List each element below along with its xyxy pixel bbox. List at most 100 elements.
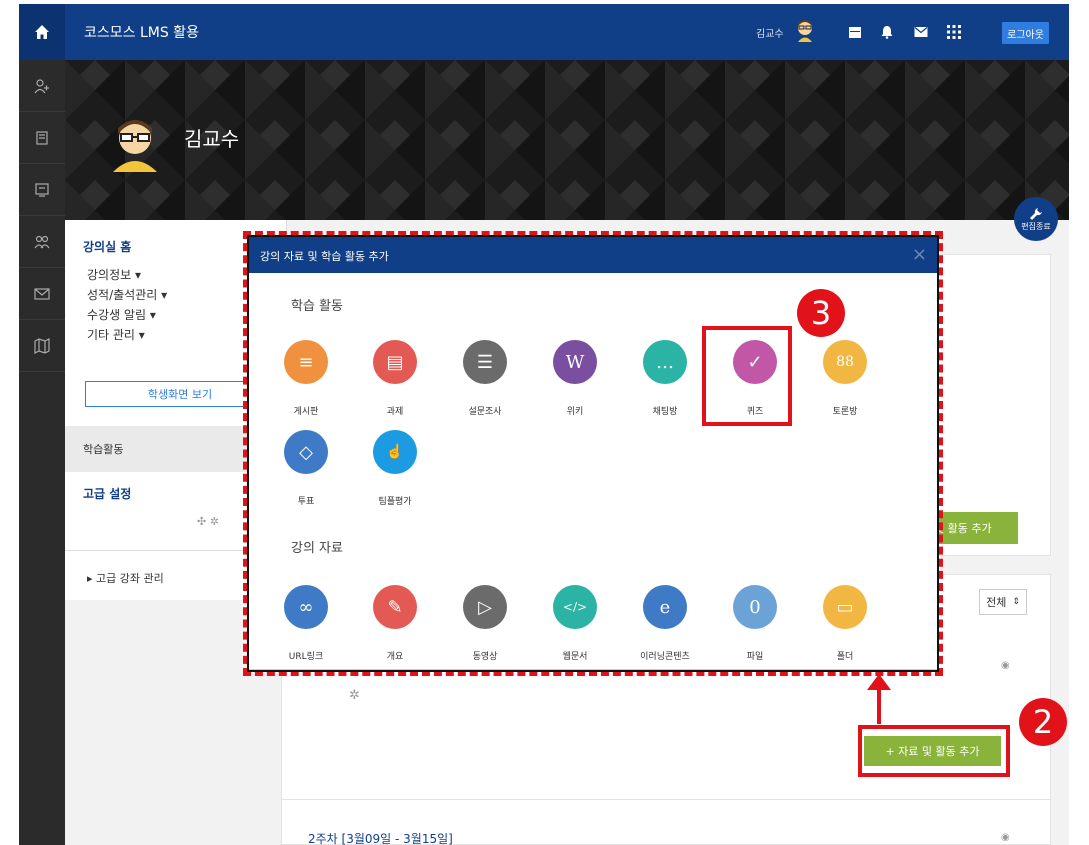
advanced-settings-title: 고급 설정: [83, 487, 132, 501]
app-frame: 코스모스 LMS 활용 김교수 로그아웃 김교수 강의실 홈 강의정보 ▾ 성적…: [19, 4, 1069, 845]
item-label: 팀플평가: [378, 497, 412, 507]
arrow-shaft: [877, 684, 881, 724]
eye-icon[interactable]: ◉: [1001, 832, 1010, 843]
logout-button[interactable]: 로그아웃: [1002, 22, 1049, 44]
activities-title: 학습 활동: [291, 299, 343, 314]
modal-header: 강의 자료 및 학습 활동 추가 ×: [249, 237, 937, 273]
close-icon[interactable]: ×: [912, 244, 927, 265]
item-label: URL링크: [288, 652, 324, 662]
home-icon[interactable]: [19, 4, 65, 60]
resource-url[interactable]: ∞ URL링크: [266, 585, 346, 662]
link-icon: ∞: [284, 585, 328, 629]
wiki-icon: W: [553, 340, 597, 384]
arrow-spacer: [877, 720, 917, 724]
item-label: 위키: [566, 407, 584, 417]
step-badge-3: 3: [797, 289, 845, 337]
resource-folder[interactable]: ▭ 폴더: [805, 585, 885, 662]
week2-title[interactable]: 2주차 [3월09일 - 3월15일]: [308, 830, 453, 845]
activity-wiki[interactable]: W 위키: [535, 340, 615, 417]
book-icon[interactable]: [19, 112, 65, 164]
activity-section-label: 학습활동: [83, 443, 124, 456]
message-icon[interactable]: [19, 268, 65, 320]
item-label: 채팅방: [652, 407, 678, 417]
folder-icon: ▭: [823, 585, 867, 629]
step-badge-2: 2: [1019, 698, 1067, 746]
people-icon[interactable]: [19, 60, 65, 112]
resource-elearning[interactable]: e 이러닝콘텐츠: [625, 585, 705, 662]
site-title[interactable]: 코스모스 LMS 활용: [84, 22, 199, 42]
item-label: 이러닝콘텐츠: [640, 652, 690, 662]
side-rail: [19, 60, 65, 845]
map-icon[interactable]: [19, 320, 65, 372]
resource-summary[interactable]: ✎ 개요: [355, 585, 435, 662]
item-label: 웹문서: [562, 652, 588, 662]
activity-assignment[interactable]: ▤ 과제: [355, 340, 435, 417]
thumbs-up-icon: ☝: [373, 430, 417, 474]
play-icon: ▷: [463, 585, 507, 629]
item-label: 동영상: [472, 652, 498, 662]
user-name[interactable]: 김교수: [756, 25, 784, 40]
eye-icon[interactable]: ◉: [1001, 660, 1010, 671]
pencil-icon: ✎: [373, 585, 417, 629]
avatar[interactable]: [795, 18, 815, 45]
profile-name: 김교수: [184, 127, 240, 151]
filter-select[interactable]: 전체 ⇕: [979, 589, 1027, 615]
resource-video[interactable]: ▷ 동영상: [445, 585, 525, 662]
item-label: 토론방: [832, 407, 858, 417]
arrow-up-icon: [867, 674, 891, 690]
resource-webdoc[interactable]: </> 웹문서: [535, 585, 615, 662]
add-resource-button[interactable]: + 자료 및 활동 추가: [864, 736, 1001, 766]
list-icon: ≡: [284, 340, 328, 384]
edit-toggle-label: 편집종료: [1021, 221, 1051, 231]
menu-course-info[interactable]: 강의정보 ▾: [87, 266, 141, 283]
advanced-course-link[interactable]: ▸ 고급 강좌 관리: [87, 570, 164, 586]
check-circle-icon: ✓: [733, 340, 777, 384]
divider: [281, 799, 1051, 800]
activity-survey[interactable]: ☰ 설문조사: [445, 340, 525, 417]
apps-grid-icon[interactable]: [944, 22, 964, 42]
e-icon: e: [643, 585, 687, 629]
edit-toggle-button[interactable]: 편집종료: [1014, 197, 1058, 241]
modal-title: 강의 자료 및 학습 활동 추가: [260, 250, 389, 263]
wrench-icon: [1030, 207, 1042, 220]
mail-icon[interactable]: [911, 22, 931, 42]
chevron-updown-icon: ⇕: [1012, 597, 1020, 607]
resources-title: 강의 자료: [291, 541, 343, 556]
item-label: 폴더: [836, 652, 854, 662]
profile-avatar[interactable]: [105, 112, 165, 175]
code-icon: </>: [553, 585, 597, 629]
activity-board[interactable]: ≡ 게시판: [266, 340, 346, 417]
student-view-button[interactable]: 학생화면 보기: [85, 381, 275, 407]
activity-chat[interactable]: … 채팅방: [625, 340, 705, 417]
group-icon[interactable]: [19, 216, 65, 268]
menu-grades[interactable]: 성적/출석관리 ▾: [87, 286, 167, 303]
board-icon[interactable]: [19, 164, 65, 216]
profile-banner: 김교수: [65, 60, 1069, 220]
checklist-icon: ☰: [463, 340, 507, 384]
menu-other[interactable]: 기타 관리 ▾: [87, 326, 145, 343]
filter-select-value: 전체: [986, 596, 1007, 609]
item-label: 설문조사: [468, 407, 502, 417]
eraser-icon: ◇: [284, 430, 328, 474]
activity-discussion[interactable]: 88 토론방: [805, 340, 885, 417]
document-icon: ▤: [373, 340, 417, 384]
paperclip-icon: 0: [733, 585, 777, 629]
calendar-icon[interactable]: [845, 22, 865, 42]
people-icon: 88: [823, 340, 867, 384]
gear-icon[interactable]: ✲: [349, 688, 360, 703]
item-label: 과제: [386, 407, 404, 417]
activity-quiz[interactable]: ✓ 퀴즈: [715, 340, 795, 417]
course-home-link[interactable]: 강의실 홈: [83, 238, 131, 255]
bell-icon[interactable]: [877, 22, 897, 42]
chat-icon: …: [643, 340, 687, 384]
top-bar: 코스모스 LMS 활용 김교수 로그아웃: [19, 4, 1069, 60]
activity-team-eval[interactable]: ☝ 팀플평가: [355, 430, 435, 507]
menu-notices[interactable]: 수강생 알림 ▾: [87, 306, 156, 323]
item-label: 투표: [297, 497, 315, 507]
item-label: 퀴즈: [746, 407, 764, 417]
resource-file[interactable]: 0 파일: [715, 585, 795, 662]
item-label: 게시판: [293, 407, 319, 417]
gear-icon[interactable]: ✣ ✲: [197, 515, 219, 528]
item-label: 개요: [386, 652, 404, 662]
activity-vote[interactable]: ◇ 투표: [266, 430, 346, 507]
